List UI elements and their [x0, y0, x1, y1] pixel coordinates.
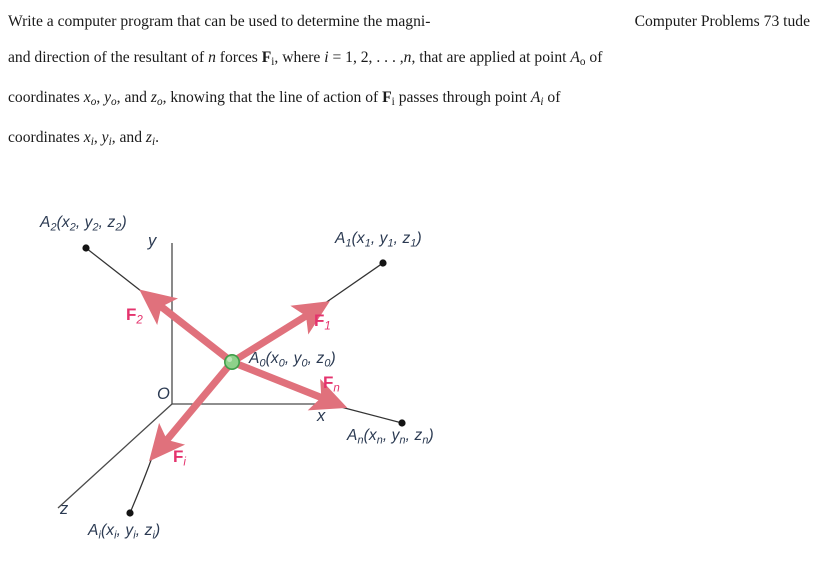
label-A1-comma-z: , z — [393, 230, 411, 247]
var-x: x — [83, 129, 91, 147]
label-Fi-subscript: i — [183, 456, 186, 469]
label-Ai-letter: A — [88, 522, 99, 539]
label-A1-open: (x — [351, 230, 365, 247]
var-x: x — [83, 89, 91, 107]
var-i: i — [324, 49, 329, 66]
label-Ai-open: (x — [100, 522, 115, 539]
text-fragment: , and — [111, 129, 142, 147]
label-force-F1: F1 — [314, 311, 331, 333]
point-dot-A2 — [82, 244, 90, 252]
label-Ai-comma-y: , y — [116, 522, 134, 539]
text-fragment: = 1, 2, . . . , — [332, 49, 404, 66]
label-An-letter: A — [347, 427, 358, 444]
label-A0-letter: A — [249, 350, 260, 367]
label-x-axis: x — [317, 407, 326, 425]
label-point-An: An(xn, yn, zn) — [347, 427, 434, 446]
var-y: y — [101, 129, 109, 147]
label-A0-close: ) — [330, 350, 336, 367]
label-F2-letter: F — [126, 305, 137, 324]
text-fragment: forces — [219, 49, 258, 66]
text-fragment: of — [547, 89, 561, 107]
vector-F: F — [382, 89, 392, 107]
label-A2-close: ) — [121, 214, 127, 231]
label-point-Ai: Ai(xi, yi, zi) — [88, 522, 160, 541]
problem-line-4: coordinates xi, yi, and zi. — [8, 129, 160, 149]
label-Fn-subscript: n — [333, 382, 340, 395]
text-fragment: . — [155, 129, 160, 147]
label-A2-open: (x — [56, 214, 70, 231]
force-arrow-F2 — [139, 289, 235, 365]
leader-line-An — [336, 405, 403, 424]
label-A0-comma-y: , y — [284, 350, 302, 367]
var-y: y — [104, 89, 112, 107]
text-fragment: , knowing that the line of action of — [162, 89, 379, 107]
point-A: A — [570, 49, 580, 66]
label-Ai-comma-z: , z — [135, 522, 153, 539]
label-point-A2: A2(x2, y2, z2) — [40, 214, 127, 233]
var-x-subscript: o — [90, 96, 97, 109]
label-Fn-letter: F — [323, 373, 334, 392]
var-n: n — [208, 49, 216, 66]
leader-line-A1 — [317, 262, 384, 309]
point-A-subscript: o — [579, 56, 586, 69]
label-A0-comma-z: , z — [307, 350, 325, 367]
label-Ai-close: ) — [154, 522, 161, 539]
force-diagram: A2(x2, y2, z2) A1(x1, y1, z1) A0(x0, y0,… — [0, 170, 520, 570]
point-dot-A0-highlight — [227, 356, 233, 362]
label-force-Fi: Fi — [173, 447, 186, 469]
label-An-comma-y: , y — [382, 427, 400, 444]
text-fragment: , that are applied at point — [411, 49, 567, 66]
problem-line-2: and direction of the resultant of n forc… — [8, 40, 810, 80]
point-dot-A1 — [379, 259, 387, 267]
vector-F-subscript: i — [391, 96, 395, 109]
label-force-Fn: Fn — [323, 373, 340, 395]
text-fragment: and direction of the resultant of — [8, 49, 205, 66]
label-force-F2: F2 — [126, 305, 143, 327]
text-fragment: coordinates — [8, 89, 80, 107]
label-A2-comma-z: , z — [98, 214, 116, 231]
label-An-close: ) — [428, 427, 434, 444]
label-A1-close: ) — [416, 230, 422, 247]
point-dot-An — [398, 419, 406, 427]
problem-line-1-left: Write a computer program that can be use… — [8, 13, 431, 30]
problem-line-3-content: coordinates xo, yo, and zo, knowing that… — [8, 89, 561, 109]
page-root: Write a computer program that can be use… — [0, 0, 818, 584]
text-fragment: , and — [116, 89, 147, 107]
text-fragment: coordinates — [8, 129, 80, 147]
problem-line-2-content: and direction of the resultant of n forc… — [8, 40, 602, 80]
vector-F: F — [261, 49, 272, 66]
label-A2-letter: A — [40, 214, 51, 231]
label-A1-comma-y: , y — [370, 230, 388, 247]
z-axis-line — [57, 403, 173, 509]
label-Fi-letter: F — [173, 447, 184, 466]
leader-line-A2 — [85, 247, 151, 299]
problem-line-1: Write a computer program that can be use… — [8, 4, 810, 40]
label-F1-letter: F — [314, 311, 325, 330]
text-fragment: , where — [274, 49, 321, 66]
problem-statement: Write a computer program that can be use… — [8, 4, 810, 160]
label-origin: O — [157, 385, 170, 403]
problem-line-1-right: Computer Problems 73 tude — [634, 13, 810, 30]
label-A1-letter: A — [335, 230, 346, 247]
label-point-A1: A1(x1, y1, z1) — [335, 230, 422, 249]
label-y-axis: y — [148, 232, 157, 250]
label-F2-subscript: 2 — [136, 314, 143, 327]
label-An-comma-z: , z — [405, 427, 423, 444]
point-dot-A0 — [224, 354, 241, 371]
label-F1-subscript: 1 — [324, 320, 331, 333]
label-An-open: (x — [363, 427, 377, 444]
var-x-subscript: i — [90, 136, 94, 149]
point-A: A — [530, 89, 541, 107]
text-fragment: passes through point — [398, 89, 527, 107]
label-A0-open: (x — [265, 350, 279, 367]
problem-line-3: coordinates xo, yo, and zo, knowing that… — [8, 80, 810, 120]
point-dot-Ai — [126, 509, 134, 517]
label-z-axis: z — [60, 500, 69, 518]
text-fragment: of — [589, 49, 603, 66]
label-A2-comma-y: , y — [75, 214, 93, 231]
point-A-subscript: i — [540, 96, 544, 109]
label-point-A0: A0(x0, y0, z0) — [249, 350, 336, 369]
leader-line-Ai — [129, 445, 157, 514]
